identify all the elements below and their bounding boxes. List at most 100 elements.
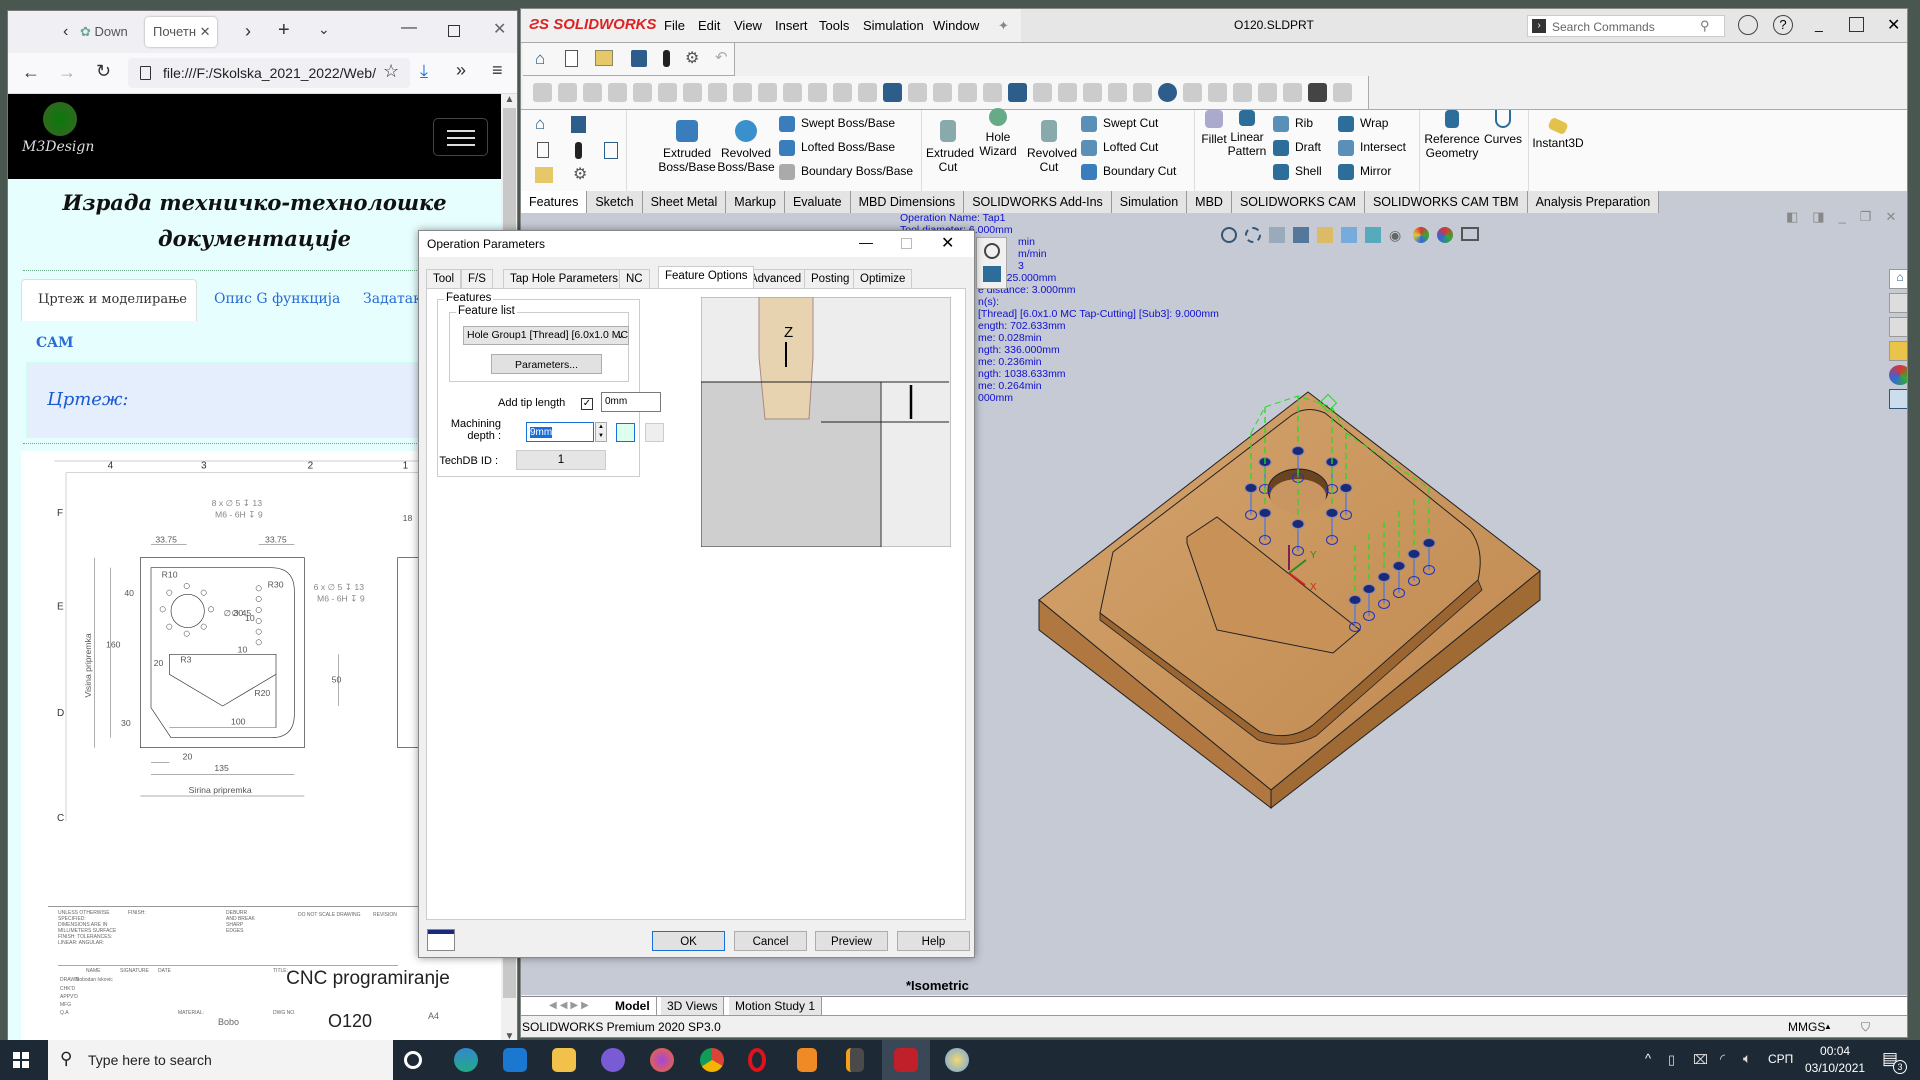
ok-button[interactable]: OK [652,931,725,951]
instant3d-button[interactable]: Instant3D [1531,116,1585,150]
new-document-icon[interactable] [537,142,549,158]
mirror-button[interactable]: Mirror [1338,159,1406,183]
display-style-icon[interactable] [1365,227,1381,243]
forward-icon[interactable]: → [58,62,76,83]
help-icon[interactable]: ? [1773,15,1793,35]
language-indicator[interactable]: СРП [1768,1052,1793,1066]
tab-sketch[interactable]: Sketch [587,191,643,213]
cam-gcode-icon[interactable] [1308,83,1327,102]
new-document-icon[interactable] [565,50,578,67]
dynamic-annotation-icon[interactable] [1317,227,1333,243]
add-tip-length-checkbox[interactable]: ✓ [581,398,593,410]
pin-icon[interactable]: ✦ [998,18,1009,34]
cam-tool-icon[interactable] [683,83,702,102]
overflow-chevron-icon[interactable]: » [456,60,466,81]
downloads-icon[interactable]: ⤓ [420,61,428,82]
tab-tap-hole-parameters[interactable]: Tap Hole Parameters [503,269,626,288]
cam-tool-icon[interactable] [1058,83,1077,102]
menu-file[interactable]: File [664,18,685,33]
open-icon[interactable] [535,167,553,183]
close-window-icon[interactable]: ✕ [493,19,506,39]
media-player-icon[interactable] [797,1048,817,1072]
tool-icon[interactable] [984,243,1000,259]
tip-length-input[interactable]: 0mm [601,392,661,412]
previous-view-icon[interactable] [1269,227,1285,243]
swept-cut-button[interactable]: Swept Cut [1081,111,1176,135]
tab-tool[interactable]: Tool [426,269,462,288]
lofted-boss-button[interactable]: Lofted Boss/Base [779,135,913,159]
reload-icon[interactable]: ↻ [96,61,111,82]
cam-tool-icon[interactable] [1233,83,1252,102]
view-orientation-icon[interactable] [1341,227,1357,243]
cam-tool-icon[interactable] [1133,83,1152,102]
user-account-icon[interactable] [1738,15,1758,35]
minimize-icon[interactable]: — [401,19,417,37]
cam-tool-icon[interactable] [1033,83,1052,102]
cam-tool-icon[interactable] [908,83,927,102]
viewport-window-controls[interactable]: ◧◨_❐✕ [1786,209,1907,225]
tab-mbd[interactable]: MBD [1187,191,1232,213]
menu-tools[interactable]: Tools [819,18,849,33]
tab-feature-options[interactable]: Feature Options [658,266,755,288]
rib-button[interactable]: Rib [1273,111,1322,135]
lofted-cut-button[interactable]: Lofted Cut [1081,135,1176,159]
cam-tool-icon[interactable] [833,83,852,102]
intersect-button[interactable]: Intersect [1338,135,1406,159]
maximize-icon[interactable] [1849,17,1864,32]
tab-fs[interactable]: F/S [461,269,493,288]
solidworks-resources-icon[interactable]: ⌂ [1889,269,1907,289]
parameters-button[interactable]: Parameters... [491,354,602,374]
cam-tool-icon[interactable] [1083,83,1102,102]
volume-icon[interactable]: 🔈︎ [1743,1050,1751,1067]
minimize-icon[interactable]: _ [1815,16,1823,32]
cam-tool-icon[interactable] [808,83,827,102]
hide-show-items-icon[interactable]: ◉ [1389,227,1405,243]
bookmark-star-icon[interactable]: ☆ [383,61,400,82]
windows-start-icon[interactable] [13,1052,29,1068]
file-explorer-icon[interactable] [1889,317,1907,337]
sublime-text-icon[interactable] [846,1048,864,1072]
nav-tab-drawing[interactable]: Цртеж и моделирање [21,279,197,321]
home-icon[interactable]: ⌂ [535,114,545,134]
tab-scroll-arrows-icon[interactable]: ◀◀▶▶ [549,1000,592,1011]
tab-mbd-dimensions[interactable]: MBD Dimensions [850,191,965,213]
back-icon[interactable]: ← [22,62,40,83]
brush-icon[interactable] [645,423,664,442]
menu-view[interactable]: View [734,18,762,33]
edge-icon[interactable] [454,1048,478,1072]
reference-geometry-button[interactable]: Reference Geometry [1423,110,1481,160]
view-palette-icon[interactable] [1889,341,1907,361]
part-3d-model[interactable]: Y X [1030,380,1730,820]
cam-tool-icon[interactable] [1208,83,1227,102]
custom-properties-icon[interactable] [1889,389,1907,409]
units-selector[interactable]: MMGS [1788,1017,1825,1037]
edit-appearance-icon[interactable] [1413,227,1429,243]
search-icon[interactable]: ⚲ [1700,18,1710,34]
chrome-icon[interactable] [700,1048,724,1072]
revolved-cut-button[interactable]: Revolved Cut [1027,120,1077,174]
hamburger-menu-button[interactable] [433,118,488,156]
wifi-icon[interactable]: ◜ [1720,1051,1725,1067]
menu-icon[interactable]: ≡ [492,60,503,81]
cam-help-icon[interactable] [1158,83,1177,102]
tab-evaluate[interactable]: Evaluate [784,191,851,213]
file-explorer-icon[interactable] [552,1048,576,1072]
design-library-icon[interactable] [1889,293,1907,313]
options-gear-icon[interactable]: ⚙ [573,164,587,184]
tab-simulation[interactable]: Simulation [1111,191,1188,213]
tab-3d-views[interactable]: 3D Views [661,997,725,1016]
cam-tool-icon[interactable] [933,83,952,102]
tab-sheet-metal[interactable]: Sheet Metal [642,191,727,213]
view-settings-icon[interactable] [1461,227,1479,241]
machining-depth-input[interactable]: 9mm [526,422,594,442]
menu-edit[interactable]: Edit [698,18,720,33]
tab-motion-study[interactable]: Motion Study 1 [729,997,823,1016]
help-button[interactable]: Help [897,931,970,951]
cam-tool-icon[interactable] [983,83,1002,102]
cam-tool-icon[interactable] [858,83,877,102]
taskbar-search-box[interactable]: ⚲ Type here to search [48,1040,393,1080]
cam-tool-icon[interactable] [733,83,752,102]
extruded-boss-button[interactable]: Extruded Boss/Base [658,120,716,174]
meet-now-icon[interactable]: ▯ [1668,1052,1675,1068]
tab-solidworks-cam[interactable]: SOLIDWORKS CAM [1231,191,1365,213]
